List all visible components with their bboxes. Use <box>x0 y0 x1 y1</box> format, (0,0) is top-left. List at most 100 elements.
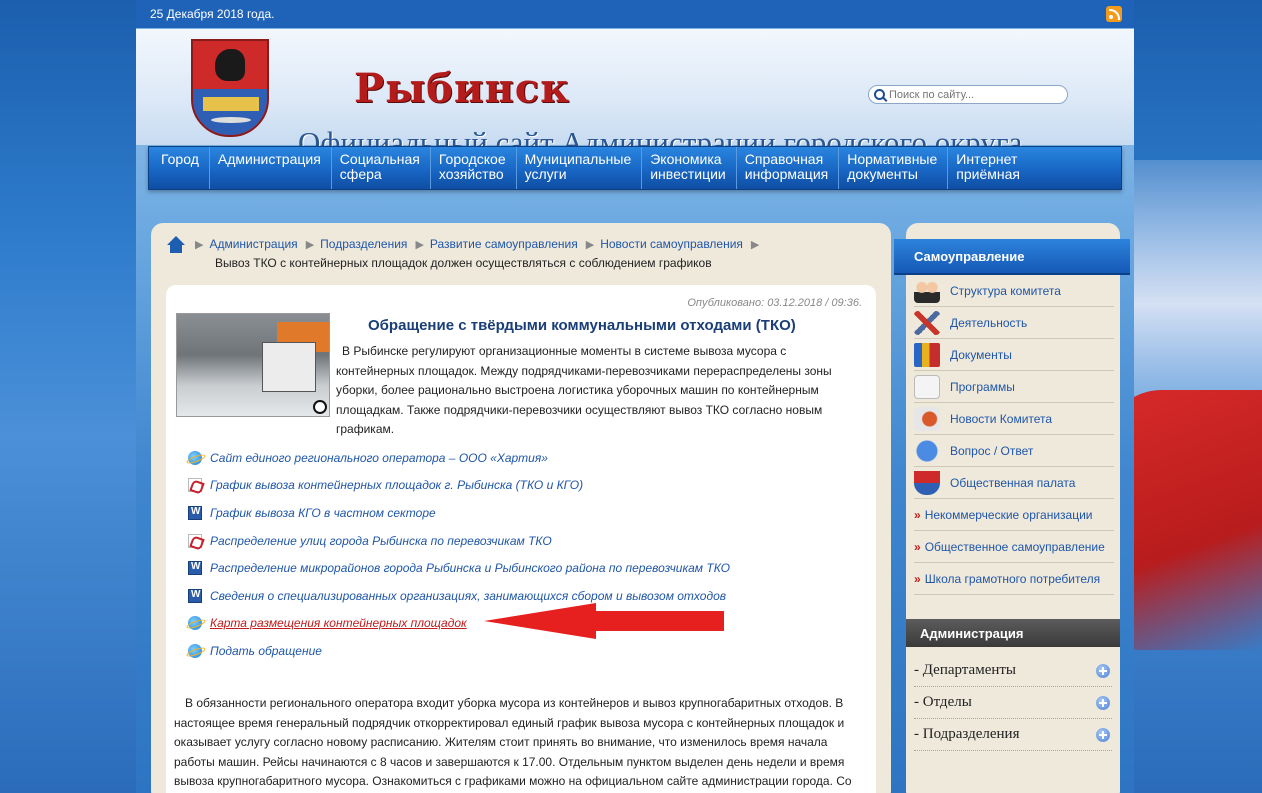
rss-icon[interactable] <box>1106 6 1122 22</box>
link-hartia[interactable]: Сайт единого регионального оператора – О… <box>210 451 548 465</box>
people-icon <box>914 279 940 303</box>
list-item: Распределение улиц города Рыбинска по пе… <box>188 527 828 555</box>
sidebar-menu: Структура комитета Деятельность Документ… <box>914 275 1114 595</box>
sidebar-item-qa[interactable]: Вопрос / Ответ <box>914 435 1114 467</box>
menu-item-reception[interactable]: Интернет приёмная <box>948 147 1030 189</box>
internet-explorer-icon <box>188 450 202 465</box>
article-title: Обращение с твёрдыми коммунальными отход… <box>368 317 796 334</box>
plus-icon[interactable] <box>1096 727 1110 742</box>
menu-item-social[interactable]: Социальная сфера <box>332 147 431 189</box>
word-icon <box>188 505 202 520</box>
list-item: График вывоза контейнерных площадок г. Р… <box>188 472 828 500</box>
internet-explorer-icon <box>188 616 202 631</box>
menu-item-normative[interactable]: Нормативные документы <box>839 147 949 189</box>
search-icon[interactable] <box>874 89 885 100</box>
menu-item-city-economy[interactable]: Городское хозяйство <box>431 147 517 189</box>
sidebar-item-chamber[interactable]: Общественная палата <box>914 467 1114 499</box>
article-body: В обязанности регионального оператора вх… <box>174 696 852 788</box>
search-input[interactable] <box>889 88 1059 101</box>
link-streets[interactable]: Распределение улиц города Рыбинска по пе… <box>210 534 552 548</box>
sidebar-link-self-government[interactable]: » Общественное самоуправление <box>914 531 1114 563</box>
breadcrumb-link[interactable]: Подразделения <box>320 237 407 251</box>
sidebar-item-label[interactable]: Программы <box>950 380 1015 394</box>
link-container-map[interactable]: Карта размещения контейнерных площадок <box>210 616 467 630</box>
sidebar-item-label[interactable]: Общественная палата <box>950 476 1075 490</box>
accordion-label: - Отделы <box>914 694 972 710</box>
sidebar-item-label[interactable]: Новости Комитета <box>950 412 1052 426</box>
city-name: Рыбинск <box>354 65 571 112</box>
news-icon <box>914 407 940 431</box>
link-schedule-containers[interactable]: График вывоза контейнерных площадок г. Р… <box>210 478 583 492</box>
list-item: Подать обращение <box>188 637 828 665</box>
top-bar: 25 Декабря 2018 года. <box>136 0 1134 29</box>
sidebar-item-label[interactable]: Структура комитета <box>950 284 1061 298</box>
sidebar-title: Самоуправление <box>894 239 1130 275</box>
accordion-divisions[interactable]: - Отделы <box>914 687 1112 719</box>
sidebar-item-news[interactable]: Новости Комитета <box>914 403 1114 435</box>
sidebar: Самоуправление Структура комитета Деятел… <box>894 223 1130 793</box>
pdf-icon <box>188 478 202 493</box>
coat-of-arms-icon <box>914 471 940 495</box>
list-item: Распределение микрорайонов города Рыбинс… <box>188 554 828 582</box>
books-icon <box>914 343 940 367</box>
published-date: Опубликовано: 03.12.2018 / 09:36. <box>687 297 862 309</box>
sidebar-item-label[interactable]: Деятельность <box>950 316 1027 330</box>
menu-item-city[interactable]: Город <box>153 147 210 189</box>
accordion-label: - Департаменты <box>914 662 1017 678</box>
main-content: ▶ Администрация ▶ Подразделения ▶ Развитие са… <box>151 223 891 793</box>
accordion-units[interactable]: - Подразделения <box>914 719 1112 751</box>
flag-background-white <box>1112 160 1262 400</box>
plus-icon[interactable] <box>1096 695 1110 710</box>
coat-of-arms-logo[interactable] <box>191 39 269 137</box>
link-submit-appeal[interactable]: Подать обращение <box>210 644 322 658</box>
sidebar-item-programs[interactable]: Программы <box>914 371 1114 403</box>
sidebar-link-label[interactable]: Некоммерческие организации <box>925 508 1093 522</box>
breadcrumb-current: Вывоз ТКО с контейнерных площадок должен… <box>215 256 712 270</box>
link-organizations[interactable]: Сведения о специализированных организаци… <box>210 589 726 603</box>
sidebar-item-documents[interactable]: Документы <box>914 339 1114 371</box>
link-districts[interactable]: Распределение микрорайонов города Рыбинс… <box>210 561 730 575</box>
menu-item-reference[interactable]: Справочная информация <box>737 147 840 189</box>
breadcrumb-link[interactable]: Новости самоуправления <box>600 237 743 251</box>
zoom-icon[interactable] <box>313 400 327 414</box>
sidebar-item-label[interactable]: Документы <box>950 348 1012 362</box>
home-icon[interactable] <box>165 235 187 255</box>
accordion-departments[interactable]: - Департаменты <box>914 655 1112 687</box>
word-icon <box>188 588 202 603</box>
menu-item-economy[interactable]: Экономика инвестиции <box>642 147 737 189</box>
sidebar-link-label[interactable]: Общественное самоуправление <box>925 540 1105 554</box>
sidebar-link-label[interactable]: Школа грамотного потребителя <box>925 572 1100 586</box>
internet-explorer-icon <box>188 643 202 658</box>
breadcrumb-link[interactable]: Администрация <box>209 237 297 251</box>
article-lead: В Рыбинске регулируют организационные мо… <box>336 344 832 436</box>
site-header: Рыбинск Официальный сайт Администрации г… <box>136 29 1134 160</box>
current-date: 25 Декабря 2018 года. <box>150 7 275 21</box>
program-icon <box>914 375 940 399</box>
link-schedule-kgo[interactable]: График вывоза КГО в частном секторе <box>210 506 436 520</box>
article: Опубликовано: 03.12.2018 / 09:36. Обраще… <box>166 285 876 793</box>
sidebar-item-activity[interactable]: Деятельность <box>914 307 1114 339</box>
admin-section-title: Администрация <box>906 619 1120 647</box>
article-photo[interactable] <box>176 313 330 417</box>
list-item: График вывоза КГО в частном секторе <box>188 499 828 527</box>
main-menu: Город Администрация Социальная сфера Гор… <box>148 146 1122 190</box>
menu-item-administration[interactable]: Администрация <box>210 147 332 189</box>
question-icon <box>914 439 940 463</box>
word-icon <box>188 561 202 576</box>
admin-section: - Департаменты - Отделы - Подразделения <box>914 655 1112 751</box>
sidebar-link-nko[interactable]: » Некоммерческие организации <box>914 499 1114 531</box>
breadcrumb: ▶ Администрация ▶ Подразделения ▶ Развитие са… <box>165 233 885 270</box>
list-item: Сайт единого регионального оператора – О… <box>188 444 828 472</box>
search-box[interactable] <box>868 85 1068 104</box>
menu-item-municipal-services[interactable]: Муниципальные услуги <box>517 147 643 189</box>
sidebar-link-consumer-school[interactable]: » Школа грамотного потребителя <box>914 563 1114 595</box>
red-arrow-annotation <box>484 603 724 639</box>
page-wrapper: 25 Декабря 2018 года. Рыбинск Официальны… <box>136 0 1134 793</box>
pdf-icon <box>188 533 202 548</box>
accordion-label: - Подразделения <box>914 726 1020 742</box>
sidebar-item-label[interactable]: Вопрос / Ответ <box>950 444 1033 458</box>
tools-icon <box>914 311 940 335</box>
sidebar-item-structure[interactable]: Структура комитета <box>914 275 1114 307</box>
plus-icon[interactable] <box>1096 663 1110 678</box>
breadcrumb-link[interactable]: Развитие самоуправления <box>430 237 578 251</box>
